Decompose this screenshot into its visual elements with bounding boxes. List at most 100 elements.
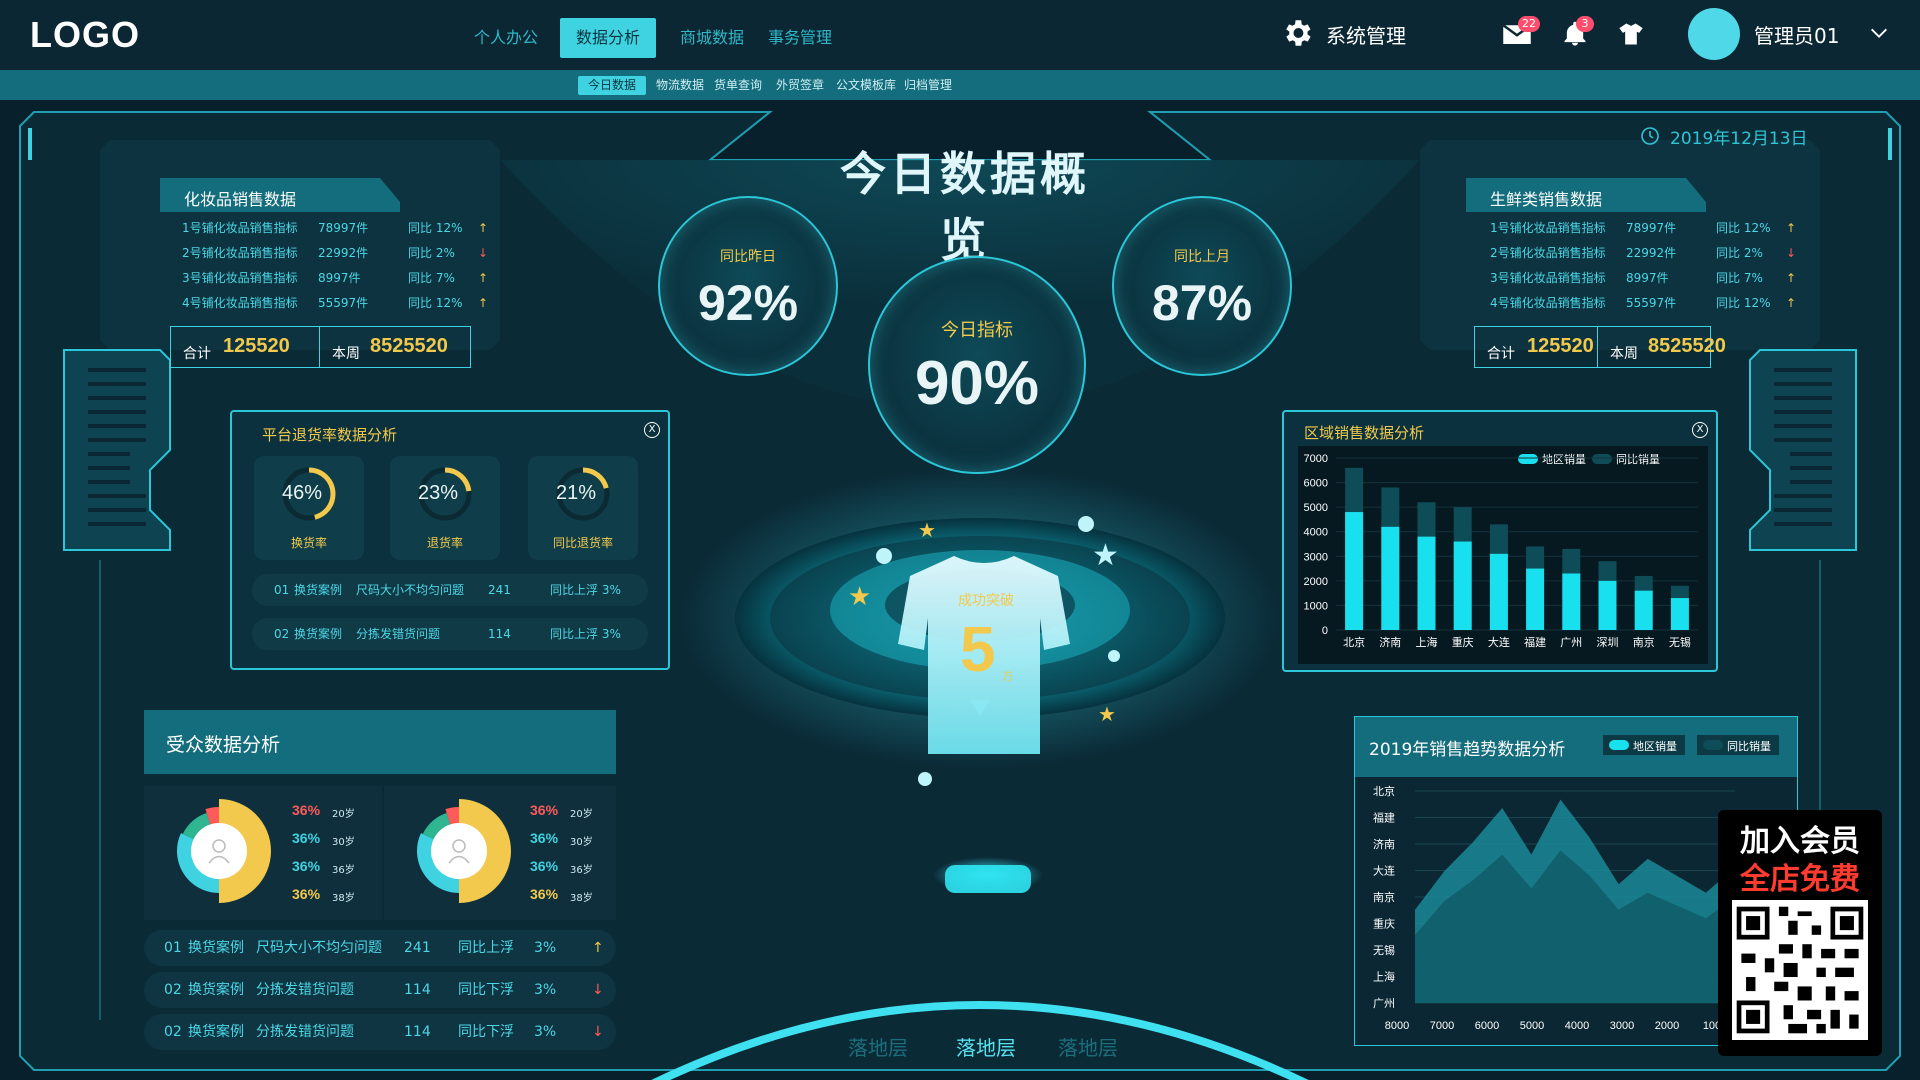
floor-label[interactable]: 落地层: [848, 1032, 908, 1061]
mail-badge: 22: [1518, 16, 1540, 32]
ring-card-exchange: 46% 换货率: [254, 456, 364, 560]
bar-region: [1345, 512, 1364, 630]
x-tick-label: 南京: [1633, 635, 1655, 649]
subnav-trade-sign[interactable]: 外贸签章: [766, 76, 834, 95]
star-icon: ★: [918, 518, 936, 542]
legend-box-yoy: 同比销量: [1697, 735, 1779, 755]
badge-number: 5: [960, 613, 996, 685]
panel-title: 化妆品销售数据: [184, 190, 297, 209]
region-bar-chart: 0 1000 2000 3000 4000 5000 6000 7000 北京 济南 上海 重庆 大连福…: [1304, 453, 1698, 649]
promo-banner[interactable]: 加入会员 全店免费: [1718, 810, 1882, 1056]
bar-region: [1634, 590, 1653, 630]
legend-swatch: [1609, 740, 1629, 750]
list-item: 1号铺化妆品销售指标 78997件 同比 12% ↑: [1490, 221, 1797, 235]
pie-center: [191, 823, 247, 879]
promo-line-2: 全店免费: [1740, 862, 1860, 897]
list-item: 1号铺化妆品销售指标 78997件 同比 12% ↑: [182, 221, 489, 235]
system-management-label[interactable]: 系统管理: [1326, 20, 1406, 49]
age-label: 38岁: [332, 893, 355, 904]
x-tick-label: 2000: [1655, 1020, 1679, 1032]
gear-icon[interactable]: [1280, 16, 1314, 50]
week-box: 本周 8525520: [1597, 326, 1726, 368]
ring-value: 46%: [282, 482, 323, 504]
list-item: 2号铺化妆品销售指标 22992件 同比 2% ↓: [182, 246, 489, 260]
nav-affairs[interactable]: 事务管理: [752, 18, 848, 58]
list-item: 02 换货案例 分拣发错货问题 114 同比下浮 3% ↓: [144, 972, 616, 1008]
user-name[interactable]: 管理员01: [1754, 20, 1839, 49]
close-icon[interactable]: X: [644, 422, 660, 438]
subnav-archive[interactable]: 归档管理: [894, 76, 962, 95]
bar-region: [1381, 526, 1400, 630]
close-icon[interactable]: X: [1692, 422, 1708, 438]
floor-label-active[interactable]: 落地层: [956, 1032, 1016, 1061]
x-tick-label: 广州: [1560, 636, 1582, 649]
x-tick-label: 北京: [1343, 635, 1365, 649]
y-tick-label: 南京: [1373, 890, 1395, 904]
indicator-value: 87%: [1151, 275, 1253, 331]
cosmetics-sales-panel: 化妆品销售数据 1号铺化妆品销售指标 78997件 同比 12% ↑ 2号铺化妆品销售…: [160, 178, 544, 368]
indicator-label: 同比上月: [1174, 249, 1230, 265]
age-label: 36岁: [570, 865, 593, 876]
floor-label[interactable]: 落地层: [1058, 1032, 1118, 1061]
pct-value: 36%: [530, 886, 559, 902]
subnav-today-data[interactable]: 今日数据: [578, 76, 647, 95]
list-item: 02 换货案例 分拣发错货问题 114 同比上浮 3%: [252, 618, 648, 650]
x-tick-label: 福建: [1524, 635, 1546, 649]
nav-data-analysis[interactable]: 数据分析: [560, 18, 657, 58]
total-box: 合计 125520: [170, 326, 320, 368]
decor-dot: [876, 548, 892, 564]
indicator-value: 90%: [914, 349, 1040, 418]
y-tick-label: 重庆: [1373, 917, 1395, 931]
region-sales-panel: 区域销售数据分析 X 地区销量 同比销量 0 1000 2000 3000 4000 50…: [1282, 410, 1718, 672]
bell-badge: 3: [1576, 16, 1594, 32]
shirt-icon[interactable]: [1616, 20, 1646, 48]
pct-value: 36%: [292, 802, 321, 818]
week-box: 本周 8525520: [319, 326, 471, 368]
y-tick-label: 福建: [1373, 811, 1395, 825]
region-chart-area: 地区销量 同比销量 0 1000 2000 3000 4000 5000 6000 7000 北…: [1298, 446, 1708, 664]
avatar[interactable]: [1688, 8, 1740, 60]
pct-value: 36%: [292, 886, 321, 902]
list-item: 02 换货案例 分拣发错货问题 114 同比下浮 3% ↓: [144, 1014, 616, 1050]
y-tick-label: 广州: [1373, 997, 1395, 1010]
qr-code-icon[interactable]: [1732, 900, 1868, 1040]
page-title: 今日数据概览: [840, 147, 1090, 267]
subnav-order-query[interactable]: 货单查询: [704, 76, 772, 95]
x-tick-label: 6000: [1475, 1020, 1499, 1032]
y-tick-label: 大连: [1373, 864, 1395, 878]
legend-label: 同比销量: [1727, 740, 1771, 753]
star-icon: ★: [1092, 538, 1119, 573]
list-item: 01 换货案例 尺码大小不均匀问题 241 同比上浮 3%: [252, 574, 648, 606]
x-tick-label: 4000: [1565, 1020, 1589, 1032]
bar-region: [1453, 541, 1472, 630]
nav-mall-data[interactable]: 商城数据: [664, 18, 760, 58]
audience-card: 36% 20岁 36% 30岁 36% 36岁 36% 38岁: [144, 786, 382, 920]
audience-pie-chart: [177, 799, 271, 903]
bar-region: [1670, 598, 1689, 630]
audience-card: 36% 20岁 36% 30岁 36% 36岁 36% 38岁: [384, 786, 616, 920]
list-item: 3号铺化妆品销售指标 8997件 同比 7% ↑: [182, 271, 489, 285]
decor-dot: [918, 772, 932, 786]
ring-value: 21%: [556, 482, 597, 504]
pct-value: 36%: [530, 802, 559, 818]
pct-value: 36%: [292, 830, 321, 846]
x-tick-label: 无锡: [1669, 635, 1691, 649]
chevron-down-icon[interactable]: [1868, 22, 1890, 44]
bar-region: [1598, 580, 1617, 630]
panel-title: 区域销售数据分析: [1304, 424, 1425, 442]
ring-value: 23%: [418, 482, 459, 504]
y-tick-label: 无锡: [1373, 943, 1395, 957]
return-rate-panel: 平台退货率数据分析 X 46% 换货率 23% 退货率 21% 同比退货率 01…: [230, 410, 670, 670]
bar-region: [1417, 536, 1436, 630]
y-tick-label: 5000: [1304, 502, 1328, 514]
list-item: 4号铺化妆品销售指标 55597件 同比 12% ↑: [182, 296, 489, 310]
indicator-last-month: 同比上月 87%: [1112, 196, 1292, 376]
audience-title-bar: 受众数据分析: [144, 710, 616, 774]
nav-personal-office[interactable]: 个人办公: [458, 18, 554, 58]
x-tick-label: 3000: [1610, 1020, 1634, 1032]
legend-label: 地区销量: [1633, 740, 1677, 753]
audience-pie-chart: [417, 799, 511, 903]
legend-box-region: 地区销量: [1603, 735, 1685, 755]
x-tick-label: 济南: [1379, 635, 1401, 649]
bar-region: [1489, 553, 1508, 630]
